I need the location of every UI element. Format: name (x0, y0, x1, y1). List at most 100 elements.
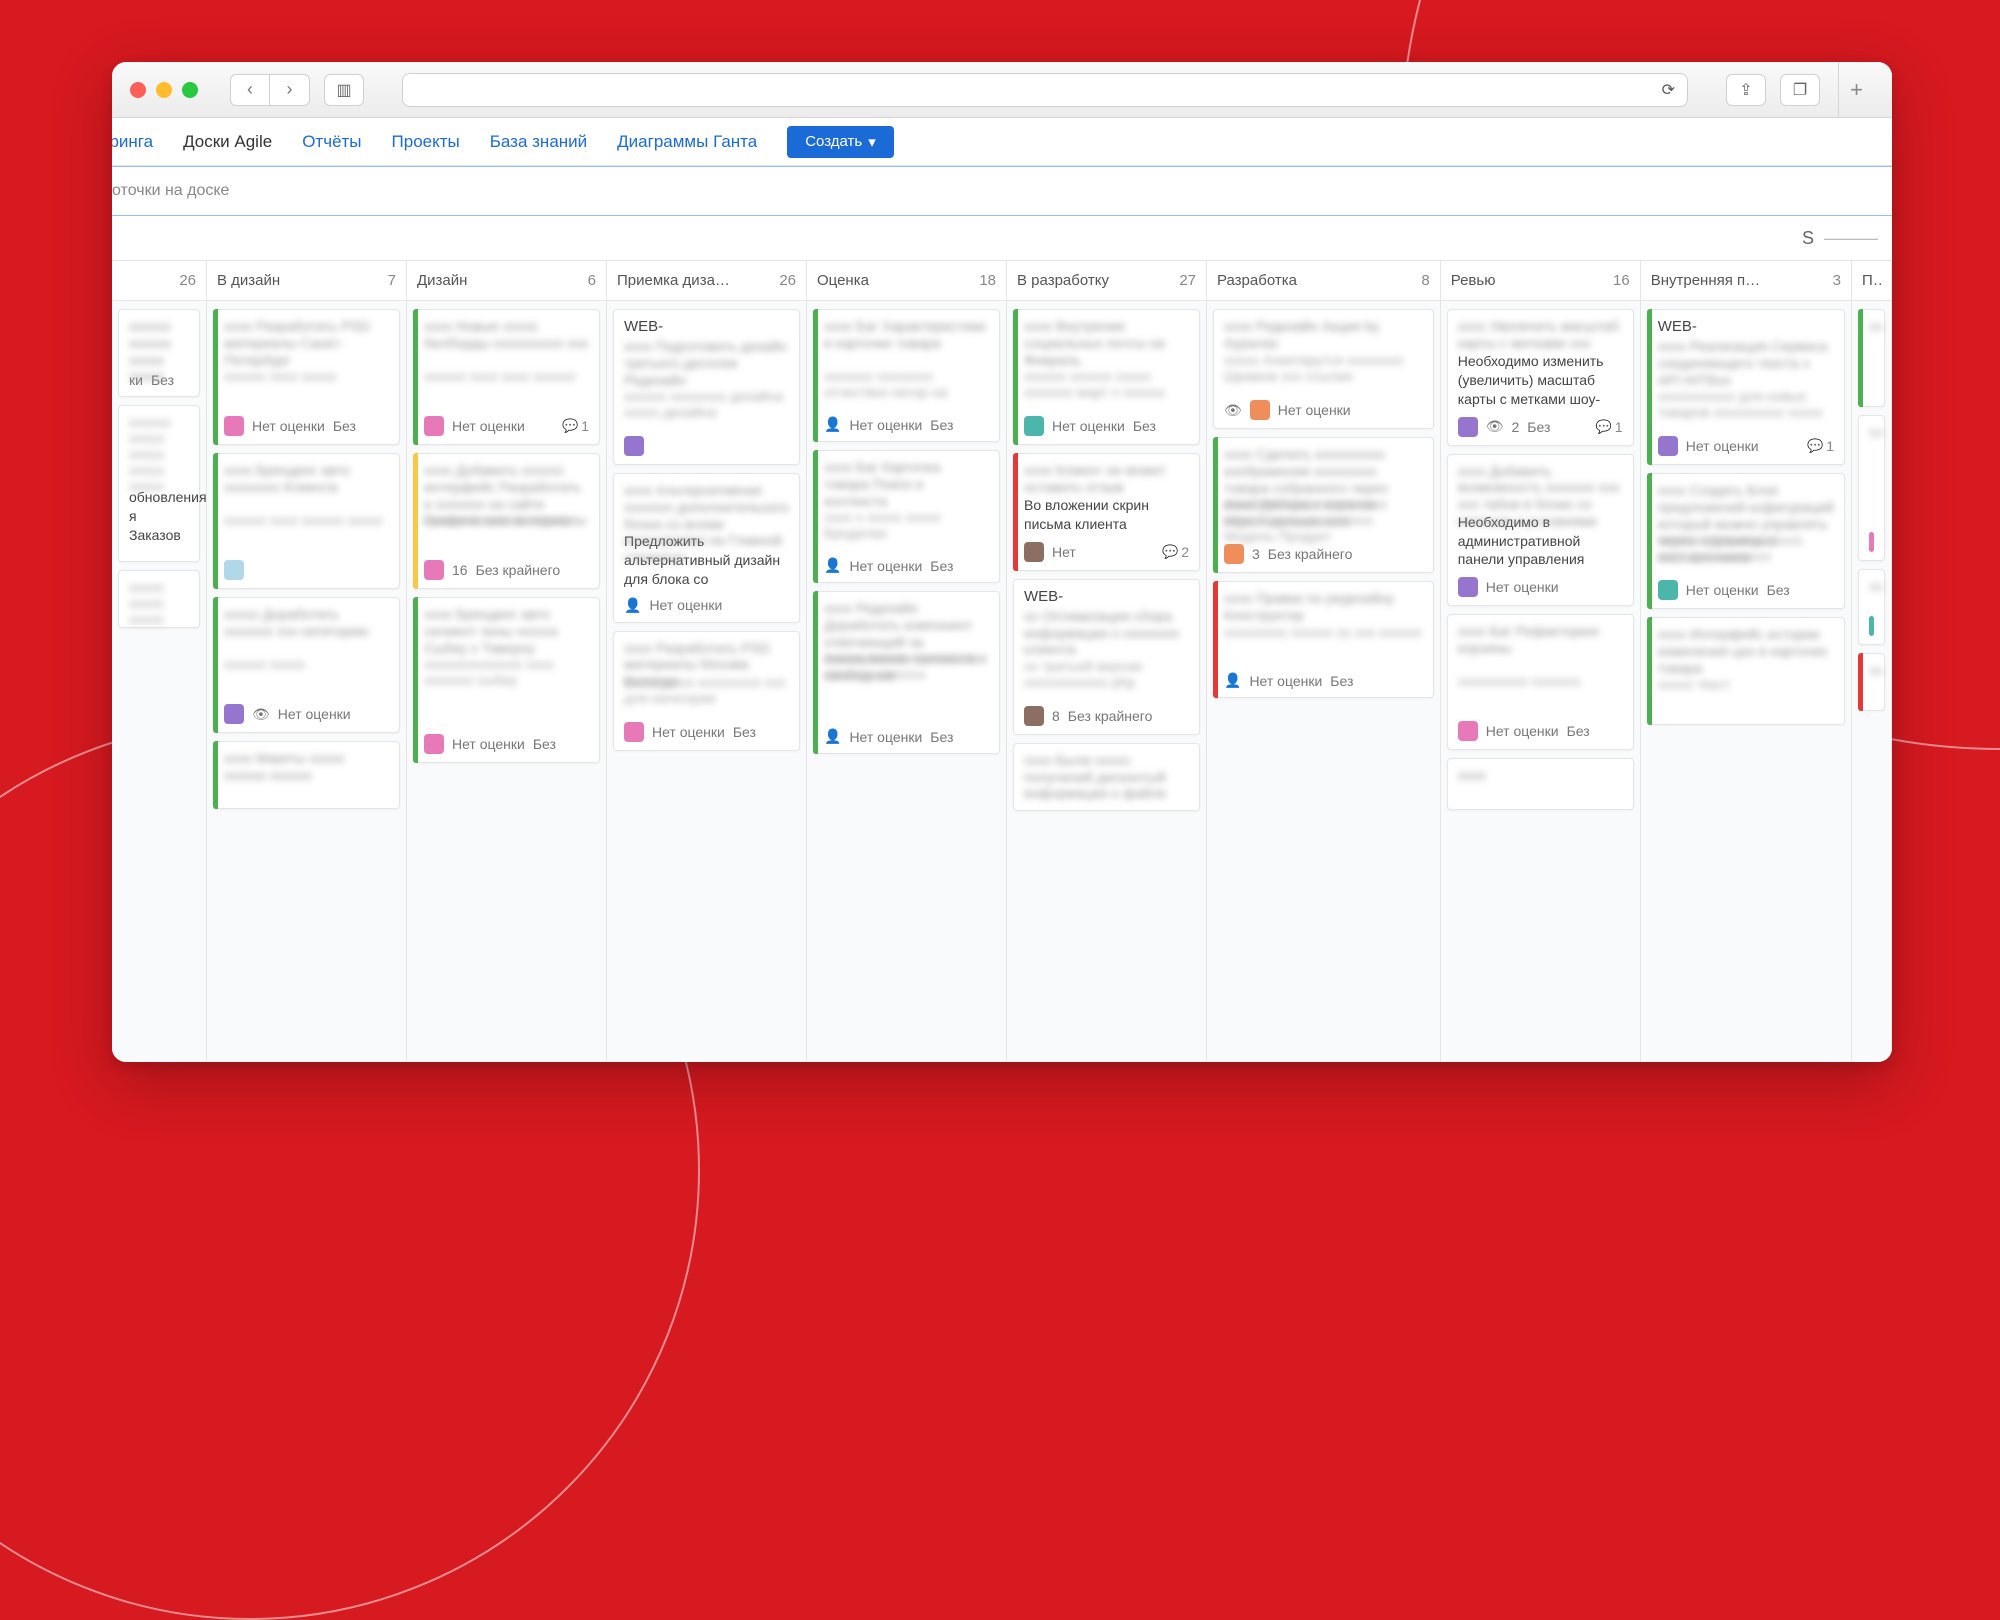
nav-item-boards[interactable]: Доски Agile (183, 132, 272, 152)
deadline-label: Без крайнего (1068, 708, 1153, 724)
card[interactable]: WEB- xx Оптимизация сбора информации о x… (1013, 579, 1200, 735)
card[interactable]: xxxx Разработать PSD материалы Санкт-Пет… (213, 309, 400, 445)
column-count: 6 (588, 272, 596, 289)
new-tab-button[interactable]: + (1838, 62, 1874, 118)
card[interactable]: xxxxx Доработать xxxxxxx xxx категорию x… (213, 597, 400, 733)
minimize-window-icon[interactable] (156, 82, 172, 98)
card[interactable]: xxxx Редизайн Акция by Ауралах xxxxx Анк… (1213, 309, 1434, 429)
card[interactable]: xxxx Интерфейс истории изменения цен в к… (1647, 617, 1845, 725)
back-button[interactable]: ‹ (230, 74, 270, 106)
avatar (624, 436, 644, 456)
card[interactable]: xxxxxx xxxxxx xxxxx xxxxx киБез (118, 309, 200, 397)
column-title: Пр (1862, 272, 1881, 289)
maximize-window-icon[interactable] (182, 82, 198, 98)
nav-item-cut[interactable]: оринга (112, 132, 153, 152)
card[interactable]: xxxxxx xxxxx xxxxx xxxxx xxxxx обновлени… (118, 405, 200, 562)
estimate-label: Нет оценки (278, 706, 351, 722)
estimate-label: Нет оценки (1686, 582, 1759, 598)
card[interactable]: xxxx Были xxxxx получений дисконтый инфо… (1013, 743, 1200, 811)
avatar (424, 734, 444, 754)
chevron-down-icon: ▾ (868, 133, 876, 151)
card[interactable]: xxxx Создать Блок предложений кофигураци… (1647, 473, 1845, 609)
card[interactable]: xx (1858, 653, 1885, 711)
board-search[interactable]: оточки на доске (112, 166, 1892, 216)
filter-strip: S ——— (112, 216, 1892, 260)
nav-item-reports[interactable]: Отчёты (302, 132, 361, 152)
nav-item-gantt[interactable]: Диаграммы Ганта (617, 132, 757, 152)
kanban-board: 26 xxxxxx xxxxxx xxxxx xxxxx киБез xxxxx… (112, 260, 1892, 1062)
column-count: 26 (179, 272, 196, 289)
card[interactable]: WEB- xxxx Реализация Сервиса соединяющег… (1647, 309, 1845, 465)
card-text: Необходимо изменить (увеличить) масштаб … (1458, 352, 1623, 409)
card[interactable]: xxxx Баг Характеристики в карточке товар… (813, 309, 1000, 442)
card-tag: WEB- (1658, 318, 1834, 335)
create-label: Создать (805, 133, 862, 150)
watch-icon (1486, 418, 1504, 435)
estimate-label: Нет оценки (849, 417, 922, 433)
sidebar-toggle-icon[interactable]: ▥ (324, 74, 364, 106)
card[interactable]: xxxx Добавить возможность xxxxxxx xxx xx… (1447, 454, 1634, 607)
card[interactable]: xxxx Баг Рефакторинг корзины xxxxxxxxxx … (1447, 614, 1634, 750)
nav-item-kb[interactable]: База знаний (490, 132, 587, 152)
avatar (1224, 544, 1244, 564)
estimate-label: Нет оценки (652, 724, 725, 740)
avatar (1024, 706, 1044, 726)
avatar (424, 560, 444, 580)
column-title: Ревью (1451, 272, 1496, 289)
user-icon (824, 416, 841, 433)
avatar (224, 560, 244, 580)
nav-item-projects[interactable]: Проекты (392, 132, 460, 152)
card[interactable]: xxxx Добавить xxxxxx интерфейс Разработа… (413, 453, 600, 589)
avatar (1458, 417, 1478, 437)
user-icon (824, 728, 841, 745)
card-text: Во вложении скрин письма клиента (1024, 496, 1189, 534)
column-title: Приемка диза… (617, 272, 730, 289)
card[interactable]: xx (1858, 415, 1885, 561)
user-icon (624, 597, 641, 614)
card[interactable]: xx (1858, 309, 1885, 407)
app-content: оринга Доски Agile Отчёты Проекты База з… (112, 118, 1892, 1062)
num-label: 3 (1252, 546, 1260, 562)
close-window-icon[interactable] (130, 82, 146, 98)
card[interactable]: xxxx Баг Карточка товара Поиск и контекс… (813, 450, 1000, 583)
card[interactable]: xxxx Внутрение социальных почты на Февра… (1013, 309, 1200, 445)
user-icon (824, 557, 841, 574)
card[interactable]: xxxx Брендинг авто xxxxxxxx Клиента xxxx… (213, 453, 400, 589)
reload-icon[interactable]: ⟳ (1662, 80, 1675, 100)
card[interactable]: xxxxx xxxxx xxxxx (118, 570, 200, 628)
user-icon (1224, 672, 1241, 689)
browser-toolbar: ‹ › ▥ ⟳ ⇪ ❐ + (112, 62, 1892, 118)
card[interactable]: xxxx Брендинг авто силиент зоны xxxxxx С… (413, 597, 600, 763)
card[interactable]: xxxx Клиент не может оставить отзыв Во в… (1013, 453, 1200, 571)
card[interactable]: xxxx Увеличить масштаб карты с метками x… (1447, 309, 1634, 446)
column-review: Ревью 16 xxxx Увеличить масштаб карты с … (1441, 261, 1641, 1062)
avatar (224, 704, 244, 724)
comment-icon: 1 (1596, 419, 1623, 435)
column-title: В разработку (1017, 272, 1109, 289)
column-razrabotka: Разработка 8 xxxx Редизайн Акция by Аура… (1207, 261, 1441, 1062)
card[interactable]: xxxx Правки по редизайну Конструктор xxx… (1213, 581, 1434, 698)
card[interactable]: xxxx Разработать PSD материалы Москва Во… (613, 631, 800, 751)
column-title: Внутренняя п… (1651, 272, 1760, 289)
url-bar[interactable]: ⟳ (402, 73, 1688, 107)
avatar (1458, 577, 1478, 597)
card-tag: WEB- (1024, 588, 1189, 605)
window-controls (130, 82, 198, 98)
column-internal: Внутренняя п… 3 WEB- xxxx Реализация Сер… (1641, 261, 1852, 1062)
card[interactable]: xxxx Новые xxxxx билборды xxxxxxxxxx xxx… (413, 309, 600, 445)
card[interactable]: xxxx Сделать xxxxxxxxxx изображения xxxx… (1213, 437, 1434, 573)
card[interactable]: xx (1858, 569, 1885, 645)
avatar (1658, 436, 1678, 456)
forward-button[interactable]: › (270, 74, 310, 106)
filter-label[interactable]: S (1802, 228, 1814, 249)
num-label: 16 (452, 562, 468, 578)
card[interactable]: xxxx (1447, 758, 1634, 810)
card[interactable]: WEB- xxxx Подготовить дизайн третьего ди… (613, 309, 800, 465)
card[interactable]: xxxx Альтернативная xxxxxxx дополнительн… (613, 473, 800, 623)
create-button[interactable]: Создать ▾ (787, 126, 894, 158)
card[interactable]: xxxx Макеты xxxxx xxxxxx xxxxxx (213, 741, 400, 809)
share-icon[interactable]: ⇪ (1726, 74, 1766, 106)
estimate-label: Нет оценки (1486, 579, 1559, 595)
tabs-icon[interactable]: ❐ (1780, 74, 1820, 106)
card[interactable]: xxxx Редизайн Доработать компонент отвеч… (813, 591, 1000, 754)
